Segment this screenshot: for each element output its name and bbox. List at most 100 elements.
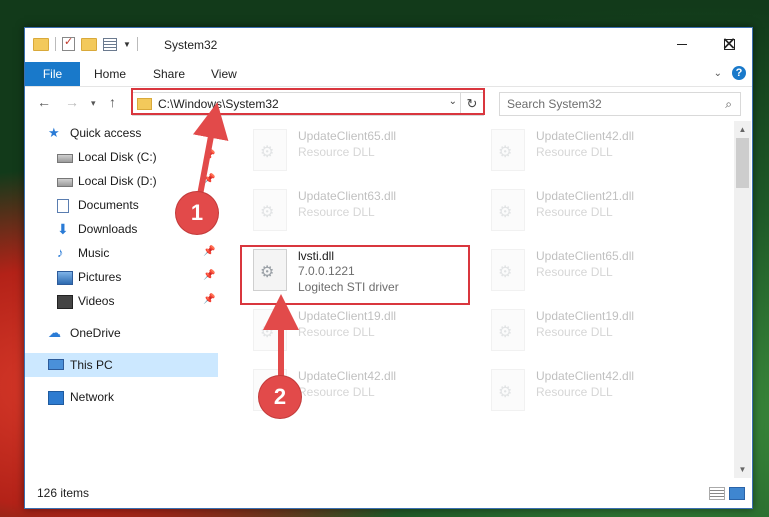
- scrollbar-thumb[interactable]: [736, 138, 749, 188]
- status-bar: 126 items: [25, 480, 752, 506]
- new-folder-icon[interactable]: [81, 37, 97, 51]
- scroll-up-icon[interactable]: ▲: [734, 121, 751, 138]
- pin-icon[interactable]: 📌: [203, 270, 215, 281]
- folder-icon: [137, 98, 152, 110]
- pin-icon[interactable]: 📌: [203, 294, 215, 305]
- file-type: Resource DLL: [536, 385, 613, 399]
- back-arrow-icon[interactable]: ←: [37, 94, 51, 110]
- minimize-button[interactable]: [659, 28, 705, 60]
- sidebar-item-music[interactable]: ♪ Music 📌: [25, 241, 218, 265]
- download-icon: ⬇: [57, 221, 69, 237]
- sidebar-item-quick-access[interactable]: ★ Quick access: [25, 121, 218, 145]
- forward-arrow-icon[interactable]: →: [65, 94, 79, 110]
- tab-view[interactable]: View: [211, 67, 237, 81]
- sidebar-item-local-disk-c[interactable]: Local Disk (C:) 📌: [25, 145, 218, 169]
- pictures-icon: [57, 271, 73, 285]
- file-tile[interactable]: UpdateClient42.dll Resource DLL: [481, 365, 711, 415]
- pin-icon[interactable]: 📌: [203, 150, 215, 161]
- file-name: UpdateClient63.dll: [298, 189, 397, 203]
- minimize-icon: [677, 43, 687, 45]
- file-tile[interactable]: UpdateClient63.dll Resource DLL: [243, 185, 473, 235]
- up-arrow-icon[interactable]: ↑: [109, 94, 116, 110]
- pin-icon[interactable]: 📌: [203, 174, 215, 185]
- file-type: Resource DLL: [298, 385, 375, 399]
- sidebar-item-label: Local Disk (C:): [78, 150, 157, 164]
- file-explorer-window: ▼ System32 ✕ File Home Share View ⌄ ? ← …: [24, 27, 753, 509]
- file-name: UpdateClient42.dll: [536, 369, 635, 383]
- details-view-icon[interactable]: [709, 487, 725, 500]
- sidebar-item-local-disk-d[interactable]: Local Disk (D:) 📌: [25, 169, 218, 193]
- network-icon: [48, 391, 64, 405]
- sidebar-item-network[interactable]: Network: [25, 385, 218, 409]
- tab-home[interactable]: Home: [94, 67, 126, 81]
- dll-file-icon: [253, 129, 287, 171]
- file-tile[interactable]: UpdateClient19.dll Resource DLL: [481, 305, 711, 355]
- documents-icon: [57, 199, 69, 213]
- dll-file-icon: [491, 369, 525, 411]
- file-type: Resource DLL: [536, 325, 613, 339]
- ribbon-controls: ⌄ ?: [714, 66, 746, 80]
- large-icons-view-icon[interactable]: [729, 487, 745, 500]
- sidebar-item-label: Music: [78, 246, 110, 260]
- customize-icon[interactable]: [103, 37, 117, 51]
- tab-share[interactable]: Share: [153, 67, 185, 81]
- file-tile[interactable]: UpdateClient65.dll Resource DLL: [481, 245, 711, 295]
- pin-icon[interactable]: 📌: [203, 246, 215, 257]
- file-type: Resource DLL: [298, 205, 375, 219]
- sidebar-item-label: Downloads: [78, 222, 138, 236]
- drive-icon: [57, 154, 73, 163]
- file-type: Resource DLL: [536, 205, 613, 219]
- sidebar-item-this-pc[interactable]: This PC: [25, 353, 218, 377]
- file-list: UpdateClient65.dll Resource DLL UpdateCl…: [233, 121, 733, 478]
- tab-file[interactable]: File: [25, 62, 80, 86]
- navigation-pane: ★ Quick access Local Disk (C:) 📌 Local D…: [25, 121, 218, 478]
- file-name: UpdateClient42.dll: [298, 369, 397, 383]
- file-name: lvsti.dll: [298, 249, 335, 263]
- file-type: Resource DLL: [298, 325, 375, 339]
- dll-file-icon: [491, 249, 525, 291]
- file-tile[interactable]: UpdateClient21.dll Resource DLL: [481, 185, 711, 235]
- address-row: ← → ▾ ↑ C:\Windows\System32 ⌄ ↻ Search S…: [25, 87, 752, 121]
- sidebar-item-label: This PC: [70, 358, 113, 372]
- file-tile[interactable]: UpdateClient19.dll Resource DLL: [243, 305, 473, 355]
- scroll-down-icon[interactable]: ▼: [734, 461, 751, 478]
- dll-file-icon: [253, 189, 287, 231]
- sidebar-item-label: OneDrive: [70, 326, 121, 340]
- sidebar-item-label: Videos: [78, 294, 115, 308]
- sidebar-item-onedrive[interactable]: ☁ OneDrive: [25, 321, 218, 345]
- sidebar-item-label: Pictures: [78, 270, 122, 284]
- window-title: System32: [164, 38, 218, 52]
- search-box[interactable]: Search System32 ⌕: [499, 92, 741, 116]
- chevron-down-icon[interactable]: ⌄: [449, 96, 457, 107]
- divider: [55, 37, 56, 51]
- close-button[interactable]: ✕: [706, 28, 752, 60]
- cloud-icon: ☁: [48, 325, 61, 340]
- chevron-down-icon[interactable]: ▼: [123, 40, 131, 49]
- recent-locations-icon[interactable]: ▾: [91, 98, 96, 109]
- sidebar-item-videos[interactable]: Videos 📌: [25, 289, 218, 313]
- close-icon: ✕: [721, 34, 737, 54]
- music-icon: ♪: [57, 245, 64, 260]
- help-icon[interactable]: ?: [732, 66, 746, 80]
- file-tile[interactable]: UpdateClient42.dll Resource DLL: [481, 125, 711, 175]
- star-icon: ★: [48, 125, 60, 140]
- vertical-scrollbar[interactable]: ▲ ▼: [734, 121, 751, 478]
- sidebar-item-pictures[interactable]: Pictures 📌: [25, 265, 218, 289]
- sidebar-item-label: Documents: [78, 198, 139, 212]
- file-type: Resource DLL: [536, 265, 613, 279]
- file-tile-lvsti[interactable]: lvsti.dll 7.0.0.1221 Logitech STI driver: [243, 245, 471, 295]
- address-bar[interactable]: C:\Windows\System32 ⌄ ↻: [132, 92, 484, 116]
- drive-icon: [57, 178, 73, 187]
- address-path[interactable]: C:\Windows\System32: [158, 97, 279, 111]
- dll-file-icon: [491, 309, 525, 351]
- divider: [136, 37, 138, 51]
- refresh-icon[interactable]: ↻: [460, 93, 483, 115]
- expand-ribbon-icon[interactable]: ⌄: [714, 68, 722, 79]
- dll-file-icon: [253, 249, 287, 291]
- search-input[interactable]: Search System32: [507, 97, 725, 111]
- properties-icon[interactable]: [62, 35, 75, 51]
- file-type: Resource DLL: [536, 145, 613, 159]
- file-tile[interactable]: UpdateClient65.dll Resource DLL: [243, 125, 473, 175]
- file-type: Resource DLL: [298, 145, 375, 159]
- videos-icon: [57, 295, 73, 309]
